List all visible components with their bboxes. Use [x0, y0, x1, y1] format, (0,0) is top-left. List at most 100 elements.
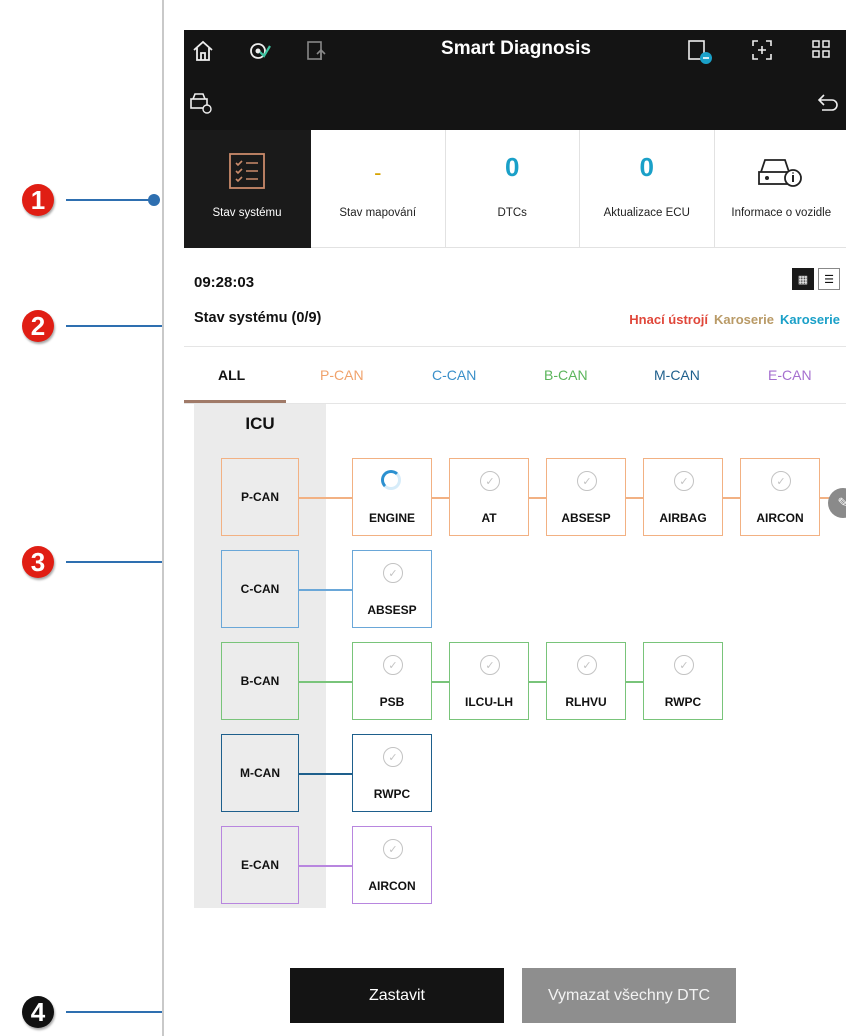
tile-vehicle-info[interactable]: Informace o vozidle [714, 130, 846, 248]
device-frame: Smart Diagnosis Stav systému - Stav mapo… [162, 0, 846, 1036]
callout-number: 1 [22, 184, 54, 216]
check-icon: ✓ [383, 655, 403, 675]
legend-item: Karoserie [714, 312, 775, 327]
ecu-rwpc[interactable]: ✓ RWPC [352, 734, 432, 812]
tile-label: DTCs [497, 207, 527, 219]
ecu-label: AIRCON [368, 879, 416, 893]
ecu-psb[interactable]: ✓ PSB [352, 642, 432, 720]
top-bar: Smart Diagnosis [184, 30, 846, 130]
bus-connector [299, 589, 352, 591]
ecu-at[interactable]: ✓ AT [449, 458, 529, 536]
check-icon: ✓ [674, 655, 694, 675]
ecu-aircon[interactable]: ✓ AIRCON [740, 458, 820, 536]
ecu-label: RWPC [373, 787, 411, 801]
system-status-title: Stav systému (0/9) [194, 310, 322, 326]
tile-system-status[interactable]: Stav systému [184, 130, 311, 248]
ecu-label: AT [481, 511, 497, 525]
bus-label: E-CAN [241, 858, 279, 872]
tab-all[interactable]: ALL [218, 367, 245, 383]
check-icon: ✓ [674, 471, 694, 491]
ecu-absesp[interactable]: ✓ ABSESP [352, 550, 432, 628]
bus-p-can[interactable]: P-CAN [221, 458, 299, 536]
bus-connector [299, 865, 352, 867]
check-icon: ✓ [480, 471, 500, 491]
list-view-icon[interactable]: ☰ [818, 268, 840, 290]
ecu-aircon[interactable]: ✓ AIRCON [352, 826, 432, 904]
vci-connection-icon[interactable] [686, 38, 714, 72]
ecu-absesp[interactable]: ✓ ABSESP [546, 458, 626, 536]
top-bar-secondary-row [184, 90, 846, 130]
ecu-rlhvu[interactable]: ✓ RLHVU [546, 642, 626, 720]
bus-connector [299, 773, 352, 775]
tile-label: Stav mapování [339, 207, 417, 219]
tile-value: 0 [639, 152, 654, 182]
ecu-label: ILCU-LH [465, 695, 513, 709]
tile-value: 0 [505, 152, 520, 182]
bus-c-can[interactable]: C-CAN [221, 550, 299, 628]
app-screen: Smart Diagnosis Stav systému - Stav mapo… [184, 30, 846, 1036]
ecu-ilcu-lh[interactable]: ✓ ILCU-LH [449, 642, 529, 720]
ecu-label: ABSESP [561, 511, 611, 525]
legend-item: Karoserie [780, 312, 840, 327]
check-icon: ✓ [577, 655, 597, 675]
icu-label: ICU [245, 414, 275, 433]
app-title: Smart Diagnosis [441, 38, 591, 59]
bus-label: B-CAN [240, 674, 280, 688]
tab-e-can[interactable]: E-CAN [768, 367, 812, 383]
bus-label: M-CAN [240, 766, 280, 780]
vehicle-info-icon [757, 152, 803, 193]
active-tab-indicator [184, 400, 286, 403]
legend: Hnací ústrojí Karoserie Karoserie [629, 312, 840, 327]
ecu-label: AIRBAG [659, 511, 707, 525]
ecu-label: AIRCON [756, 511, 804, 525]
tab-m-can[interactable]: M-CAN [654, 367, 700, 383]
tile-mapping-status[interactable]: - Stav mapování [311, 130, 446, 248]
ecu-label: PSB [379, 695, 405, 709]
ecu-rwpc[interactable]: ✓ RWPC [643, 642, 723, 720]
callout-dot [148, 194, 160, 206]
back-arrow-icon[interactable] [816, 90, 840, 120]
bus-label: P-CAN [241, 490, 279, 504]
stop-button[interactable]: Zastavit [290, 968, 504, 1023]
view-toggle: ▦ ☰ [792, 268, 840, 290]
bus-label: C-CAN [240, 582, 280, 596]
bus-e-can[interactable]: E-CAN [221, 826, 299, 904]
checklist-icon [228, 152, 266, 193]
ecu-engine[interactable]: ENGINE [352, 458, 432, 536]
summary-tiles: Stav systému - Stav mapování 0 DTCs 0 Ak… [184, 130, 846, 248]
tab-p-can[interactable]: P-CAN [320, 367, 364, 383]
tab-b-can[interactable]: B-CAN [544, 367, 588, 383]
ecu-label: RWPC [664, 695, 702, 709]
ecu-label: RLHVU [565, 695, 607, 709]
bus-m-can[interactable]: M-CAN [221, 734, 299, 812]
clear-all-dtc-button[interactable]: Vymazat všechny DTC [522, 968, 736, 1023]
loading-spinner-icon [381, 470, 401, 490]
callout-number: 3 [22, 546, 54, 578]
tile-label: Stav systému [212, 207, 282, 219]
screen-capture-icon[interactable] [750, 38, 774, 68]
bus-b-can[interactable]: B-CAN [221, 642, 299, 720]
callout-number: 4 [22, 996, 54, 1028]
ecu-airbag[interactable]: ✓ AIRBAG [643, 458, 723, 536]
ecu-label: ABSESP [367, 603, 417, 617]
check-icon: ✓ [383, 839, 403, 859]
tile-label: Informace o vozidle [731, 207, 832, 219]
car-check-icon[interactable] [188, 90, 214, 122]
tile-value: - [374, 160, 382, 185]
tile-dtcs[interactable]: 0 DTCs [445, 130, 580, 248]
check-icon: ✓ [480, 655, 500, 675]
legend-item: Hnací ústrojí [629, 312, 709, 327]
scroll-right-icon[interactable]: ✎ [828, 488, 846, 518]
network-tabs: ALL P-CAN C-CAN B-CAN M-CAN E-CAN [184, 346, 846, 404]
tile-ecu-update[interactable]: 0 Aktualizace ECU [580, 130, 715, 248]
topology-view-icon[interactable]: ▦ [792, 268, 814, 290]
check-icon: ✓ [383, 747, 403, 767]
check-icon: ✓ [577, 471, 597, 491]
callout-number: 2 [22, 310, 54, 342]
ecu-label: ENGINE [368, 511, 415, 525]
callout-line [66, 199, 152, 201]
apps-grid-icon[interactable] [810, 38, 832, 66]
check-icon: ✓ [771, 471, 791, 491]
tab-c-can[interactable]: C-CAN [432, 367, 476, 383]
tile-label: Aktualizace ECU [603, 207, 690, 219]
